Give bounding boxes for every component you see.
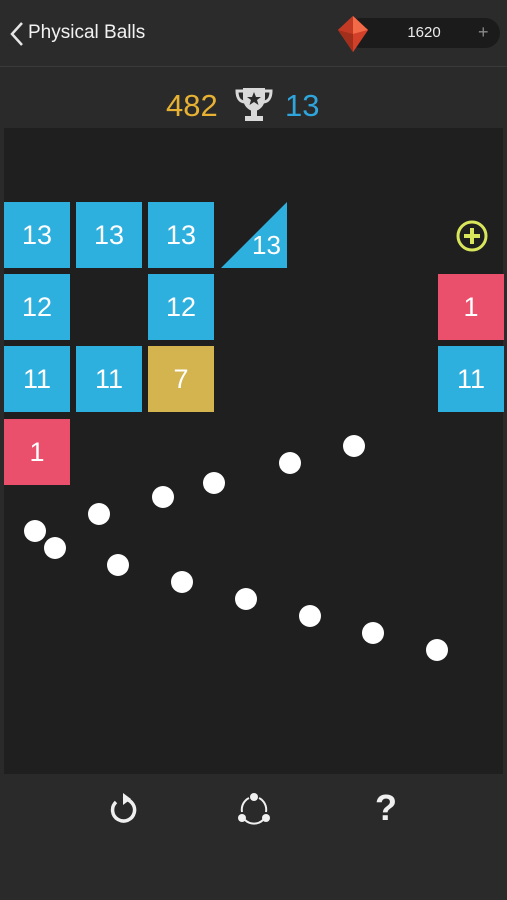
chevron-left-icon[interactable]: [6, 20, 30, 48]
ball: [24, 520, 46, 542]
trophy-icon: [235, 88, 273, 121]
block: 1: [438, 274, 504, 340]
page-title: Physical Balls: [28, 22, 146, 43]
plus-circle-icon: [456, 220, 488, 252]
current-score: 482: [166, 88, 218, 123]
best-score: 13: [285, 88, 320, 123]
block: 13: [76, 202, 142, 268]
restart-icon[interactable]: [104, 791, 140, 827]
block: 13: [148, 202, 214, 268]
add-gems-button[interactable]: +: [478, 22, 489, 42]
ball: [279, 452, 301, 474]
ball: [171, 571, 193, 593]
block: 12: [148, 274, 214, 340]
block: 7: [148, 346, 214, 412]
gem-count: 1620: [407, 24, 441, 41]
block: 1: [4, 419, 70, 485]
block: 12: [4, 274, 70, 340]
block: 11: [76, 346, 142, 412]
ball: [44, 537, 66, 559]
triangle-block-value: 13: [252, 230, 281, 260]
block: 11: [4, 346, 70, 412]
share-icon[interactable]: [236, 791, 272, 827]
block: 13: [4, 202, 70, 268]
help-button[interactable]: ?: [368, 786, 404, 828]
ball: [299, 605, 321, 627]
ball: [107, 554, 129, 576]
ball: [152, 486, 174, 508]
ball: [203, 472, 225, 494]
top-bar: Physical Balls 1620 +: [0, 0, 507, 67]
ball: [426, 639, 448, 661]
ball: [88, 503, 110, 525]
red-gem-icon: [338, 16, 368, 52]
ball: [362, 622, 384, 644]
ball: [343, 435, 365, 457]
block: 11: [438, 346, 504, 412]
ball: [235, 588, 257, 610]
